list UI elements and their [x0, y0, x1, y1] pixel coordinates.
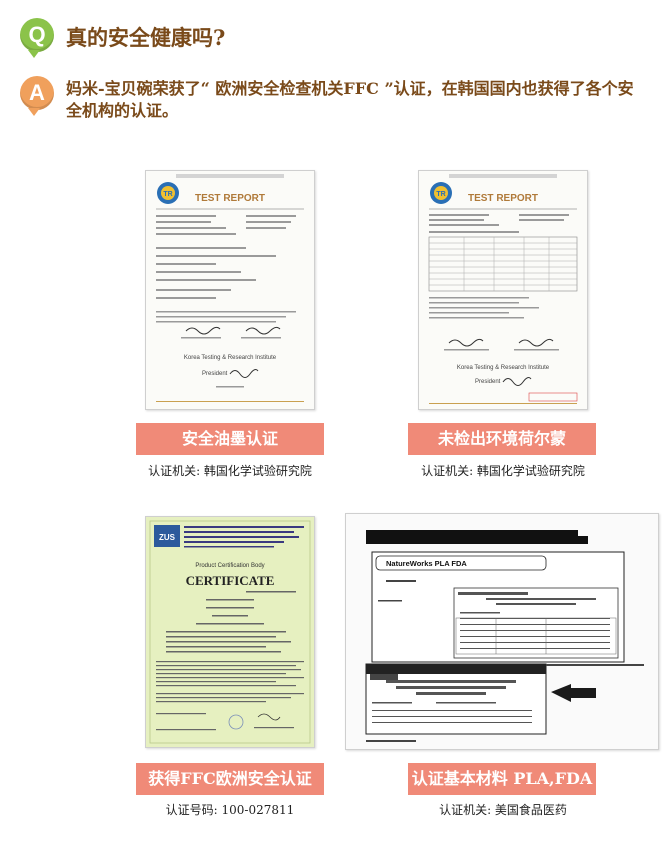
- ffc-certificate-document: ZUS Product Certification Body CERTIFICA…: [146, 517, 314, 747]
- test-report-document-1: TR TEST REPORT Korea Testing & Research …: [146, 171, 314, 409]
- label-ffc-certification: 获得FFC欧洲安全认证: [136, 763, 324, 795]
- answer-text: 妈米-宝贝碗荣获了“ 欧洲安全检查机关FFC ”认证，在韩国国内也获得了各个安全…: [66, 79, 634, 120]
- answer-badge: A: [20, 76, 54, 116]
- label-no-hormone: 未检出环境荷尔蒙: [408, 423, 596, 455]
- caption-fda: 认证机关: 美国食品医药: [439, 803, 567, 817]
- report-role-1: President: [202, 371, 228, 377]
- caption-safe-ink: 认证机关: 韩国化学试验研究院: [148, 464, 312, 478]
- report-institute-2: Korea Testing & Research Institute: [457, 365, 550, 371]
- test-report-document-2: TR TEST REPORT Korea Testing & Research …: [419, 171, 587, 409]
- svg-text:TR: TR: [163, 191, 172, 198]
- ffc-certificate-image: ZUS Product Certification Body CERTIFICA…: [145, 516, 315, 748]
- test-report-image-1: TR TEST REPORT Korea Testing & Research …: [145, 170, 315, 410]
- pla-fda-document: NatureWorks PLA FDA: [346, 514, 658, 749]
- caption-no-hormone: 认证机关: 韩国化学试验研究院: [421, 464, 585, 478]
- report-header-1: TEST REPORT: [195, 193, 265, 204]
- svg-text:TR: TR: [436, 191, 445, 198]
- zus-logo: ZUS: [159, 533, 176, 542]
- report-header-2: TEST REPORT: [468, 193, 538, 204]
- question-badge: Q: [20, 18, 54, 58]
- pla-fda-document-image: NatureWorks PLA FDA: [345, 513, 659, 750]
- caption-ffc-number: 认证号码: 100-027811: [165, 803, 295, 817]
- report-role-2: President: [475, 379, 501, 385]
- certificate-subheader: Product Certification Body: [195, 563, 264, 569]
- certificate-header: CERTIFICATE: [186, 573, 275, 588]
- question-text: 真的安全健康吗?: [66, 25, 226, 50]
- test-report-image-2: TR TEST REPORT Korea Testing & Research …: [418, 170, 588, 410]
- label-pla-fda: 认证基本材料 PLA,FDA: [408, 763, 596, 795]
- pla-fda-banner: NatureWorks PLA FDA: [386, 559, 467, 568]
- label-safe-ink: 安全油墨认证: [136, 423, 324, 455]
- report-institute-1: Korea Testing & Research Institute: [184, 355, 277, 361]
